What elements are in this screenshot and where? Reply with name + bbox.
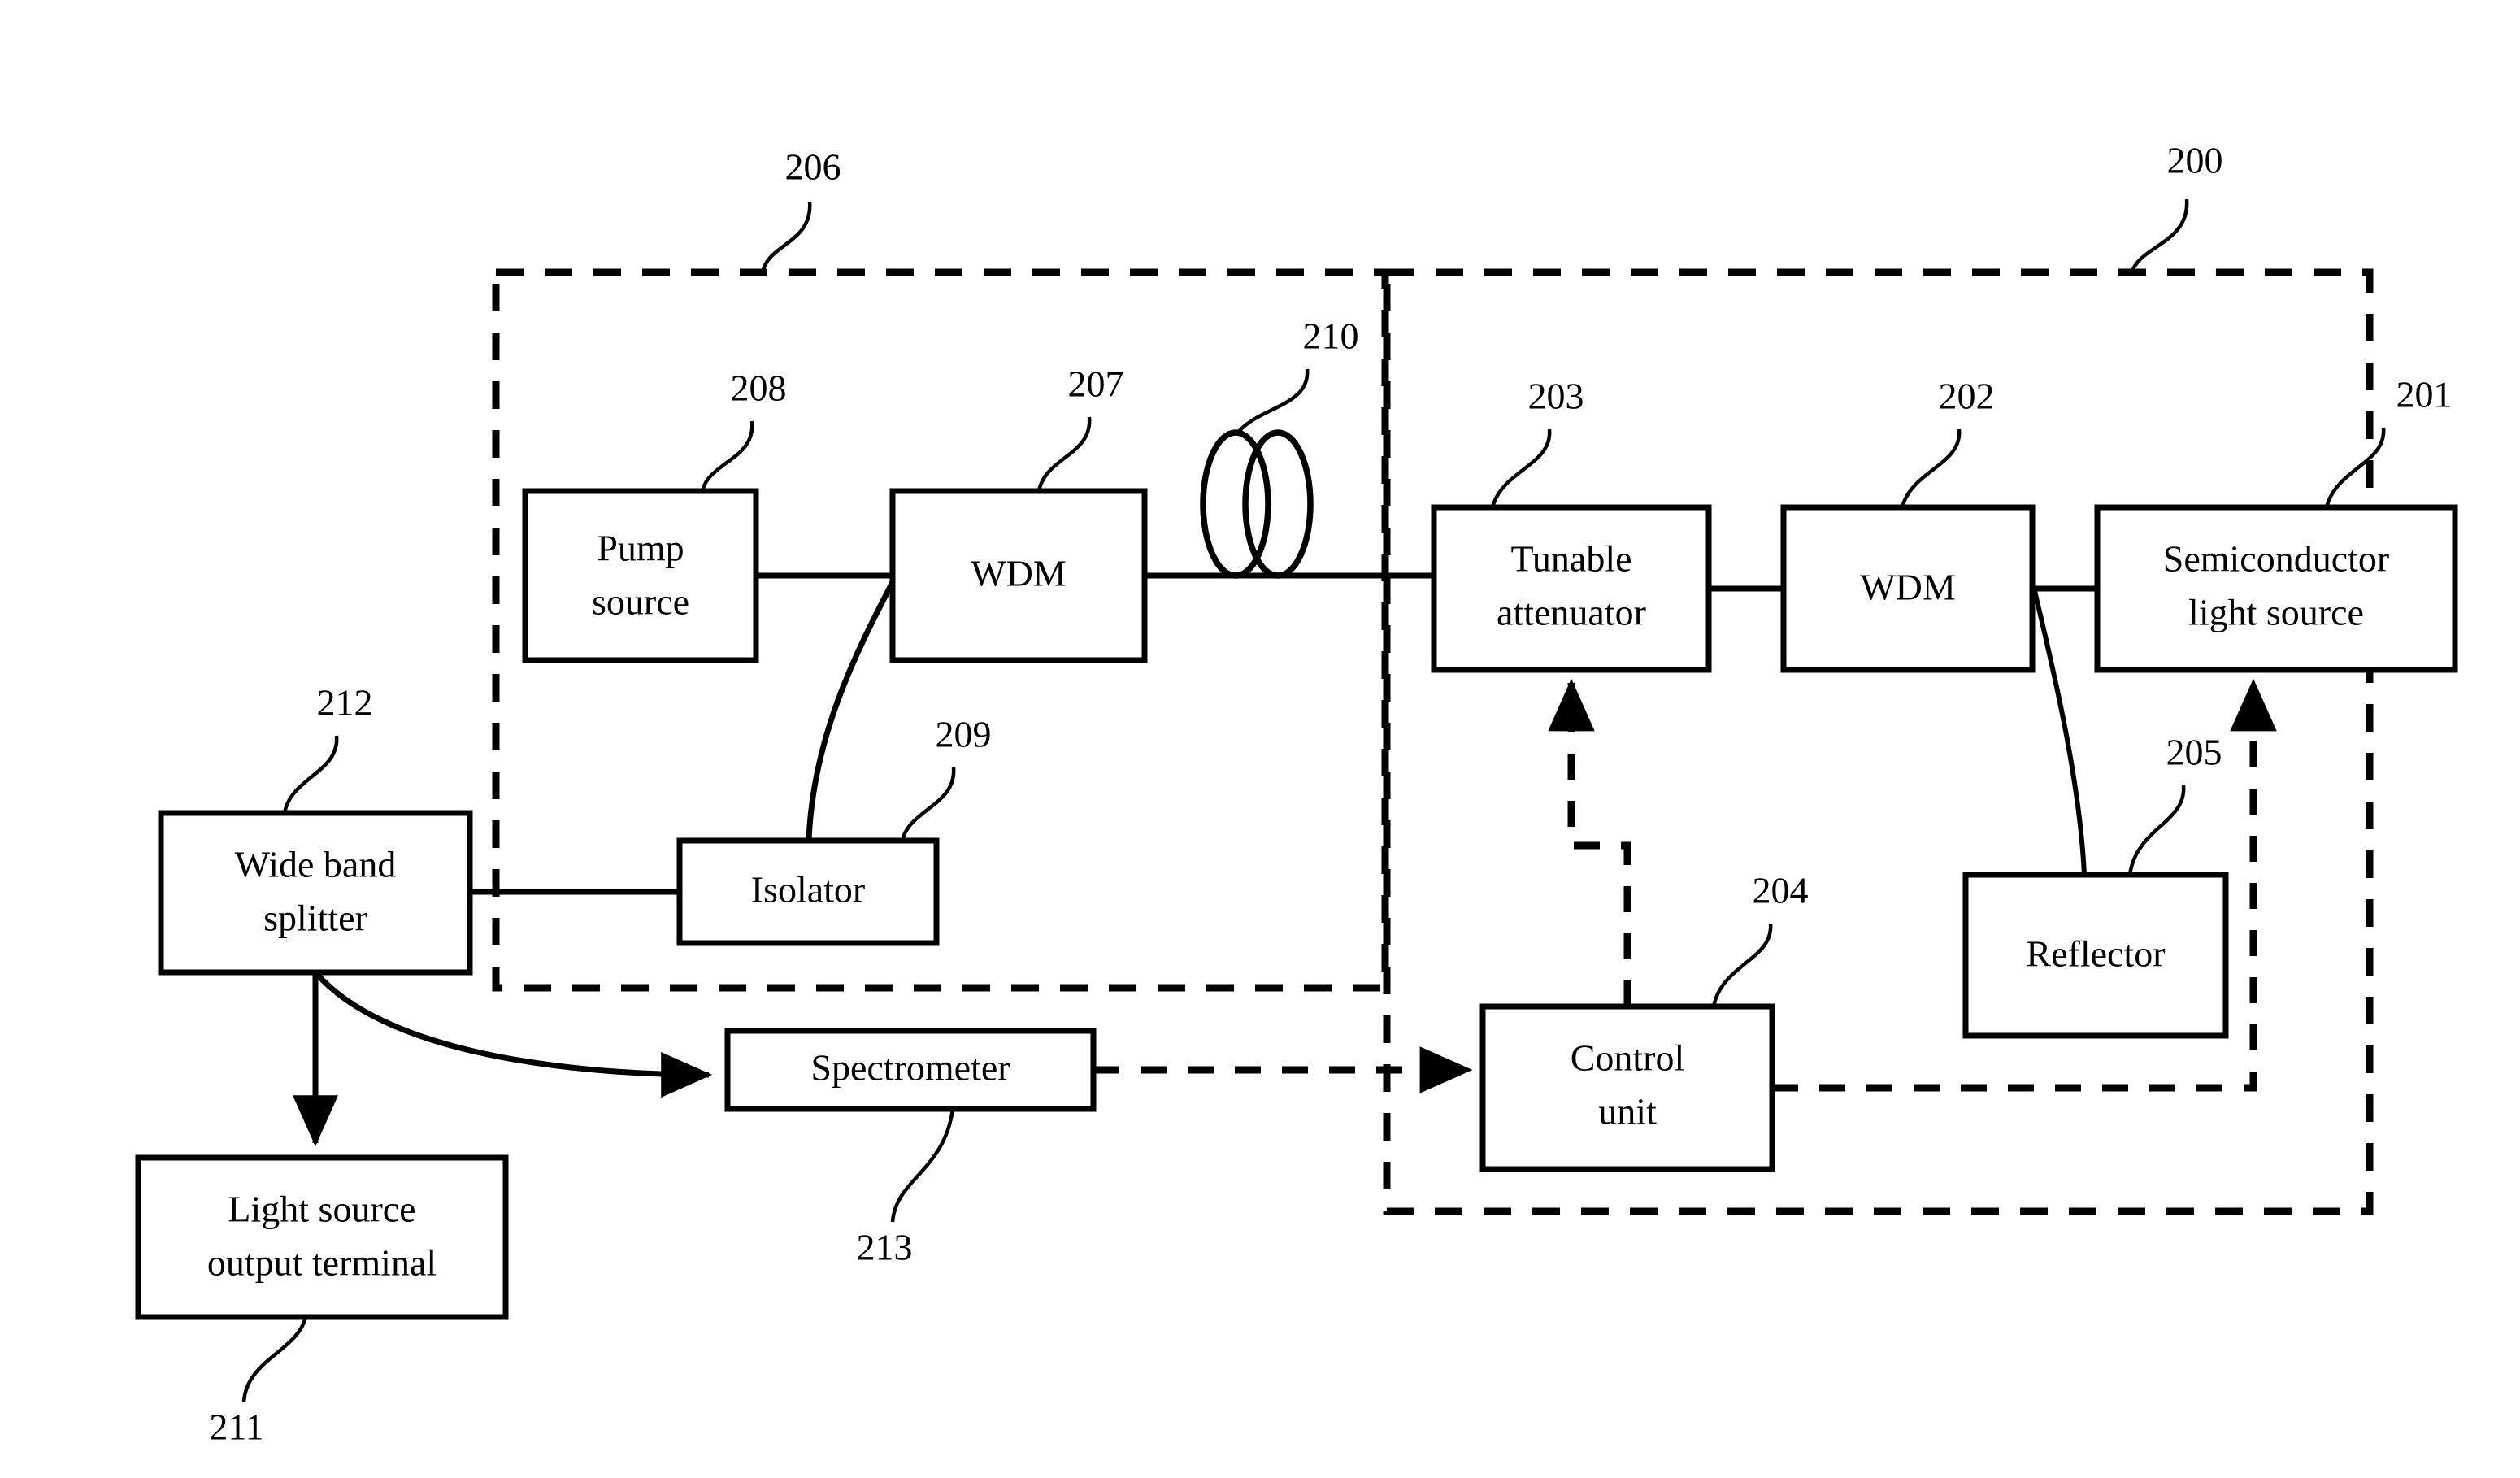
wdm-left-box[interactable]: WDM [889, 488, 1148, 663]
ref-numeral-213: 213 [857, 1227, 913, 1268]
isolator-box[interactable]: Isolator [676, 837, 940, 946]
light-output-label-line2: output terminal [207, 1242, 437, 1284]
ref-numeral-201: 201 [2396, 374, 2453, 415]
ref-numeral-204: 204 [1753, 870, 1809, 911]
ref-numeral-205: 205 [2166, 732, 2222, 773]
link-control-to-attenuator [1548, 678, 1631, 1006]
ref-numeral-208: 208 [731, 367, 787, 409]
leader-202 [1900, 428, 1962, 508]
reflector-label: Reflector [2026, 933, 2165, 975]
ref-numeral-202: 202 [1939, 376, 1995, 417]
leader-211 [241, 1316, 308, 1402]
spectrometer-label: Spectrometer [810, 1047, 1010, 1089]
leader-213 [890, 1108, 955, 1223]
tunable-attenuator-label-line2: attenuator [1497, 592, 1646, 633]
fiber-coil-loop-a [1200, 429, 1271, 579]
pump-source-label-line2: source [592, 581, 689, 623]
link-splitter-to-spectrometer [315, 972, 713, 1098]
wdm-right-label: WDM [1860, 567, 1956, 608]
tunable-attenuator-label-line1: Tunable [1510, 538, 1631, 580]
control-unit-label-line1: Control [1571, 1037, 1685, 1079]
control-unit-box[interactable]: Control unit [1479, 1003, 1775, 1172]
wide-band-splitter-label-line2: splitter [263, 898, 367, 939]
leader-208 [700, 420, 754, 492]
light-output-label-line1: Light source [228, 1189, 415, 1230]
isolator-label: Isolator [751, 869, 866, 911]
ref-numeral-212: 212 [317, 682, 373, 724]
ref-numeral-207: 207 [1068, 363, 1124, 405]
leader-207 [1036, 416, 1092, 492]
leader-209 [900, 767, 956, 841]
patent-figure: Pump source WDM Isolator Wide band split… [0, 0, 2520, 1478]
leader-204 [1711, 923, 1773, 1007]
ref-numeral-211: 211 [209, 1406, 263, 1448]
semiconductor-label-line2: light source [2188, 592, 2364, 633]
wdm-left-label: WDM [971, 553, 1067, 594]
ref-numeral-200: 200 [2167, 140, 2223, 181]
leader-200 [2129, 198, 2189, 275]
wdm-right-box[interactable]: WDM [1780, 504, 2036, 673]
reflector-box[interactable]: Reflector [1962, 872, 2229, 1039]
semiconductor-light-source-box[interactable]: Semiconductor light source [2094, 504, 2458, 673]
light-source-output-terminal-box[interactable]: Light source output terminal [135, 1154, 509, 1320]
leader-210 [1236, 368, 1310, 435]
spectrometer-box[interactable]: Spectrometer [724, 1028, 1097, 1112]
leader-203 [1490, 428, 1552, 508]
link-wdm-to-reflector [2032, 590, 2087, 876]
tunable-attenuator-box[interactable]: Tunable attenuator [1431, 504, 1712, 673]
semiconductor-label-line1: Semiconductor [2163, 538, 2390, 580]
wide-band-splitter-label-line1: Wide band [235, 844, 397, 885]
leader-201 [2324, 427, 2386, 508]
diagram-canvas: Pump source WDM Isolator Wide band split… [135, 140, 2458, 1448]
link-wdm-to-isolator [806, 577, 897, 841]
wide-band-splitter-box[interactable]: Wide band splitter [158, 810, 473, 976]
leader-206 [760, 201, 812, 275]
ref-numeral-210: 210 [1303, 315, 1359, 357]
ref-numeral-203: 203 [1528, 376, 1584, 417]
leader-205 [2127, 785, 2186, 876]
fiber-coil-loop-b [1242, 429, 1314, 579]
control-unit-label-line2: unit [1598, 1091, 1657, 1132]
ref-numeral-206: 206 [785, 146, 841, 188]
pump-source-box[interactable]: Pump source [522, 488, 759, 663]
pump-source-label-line1: Pump [597, 528, 684, 569]
leader-212 [282, 735, 339, 814]
ref-numeral-209: 209 [936, 714, 992, 755]
